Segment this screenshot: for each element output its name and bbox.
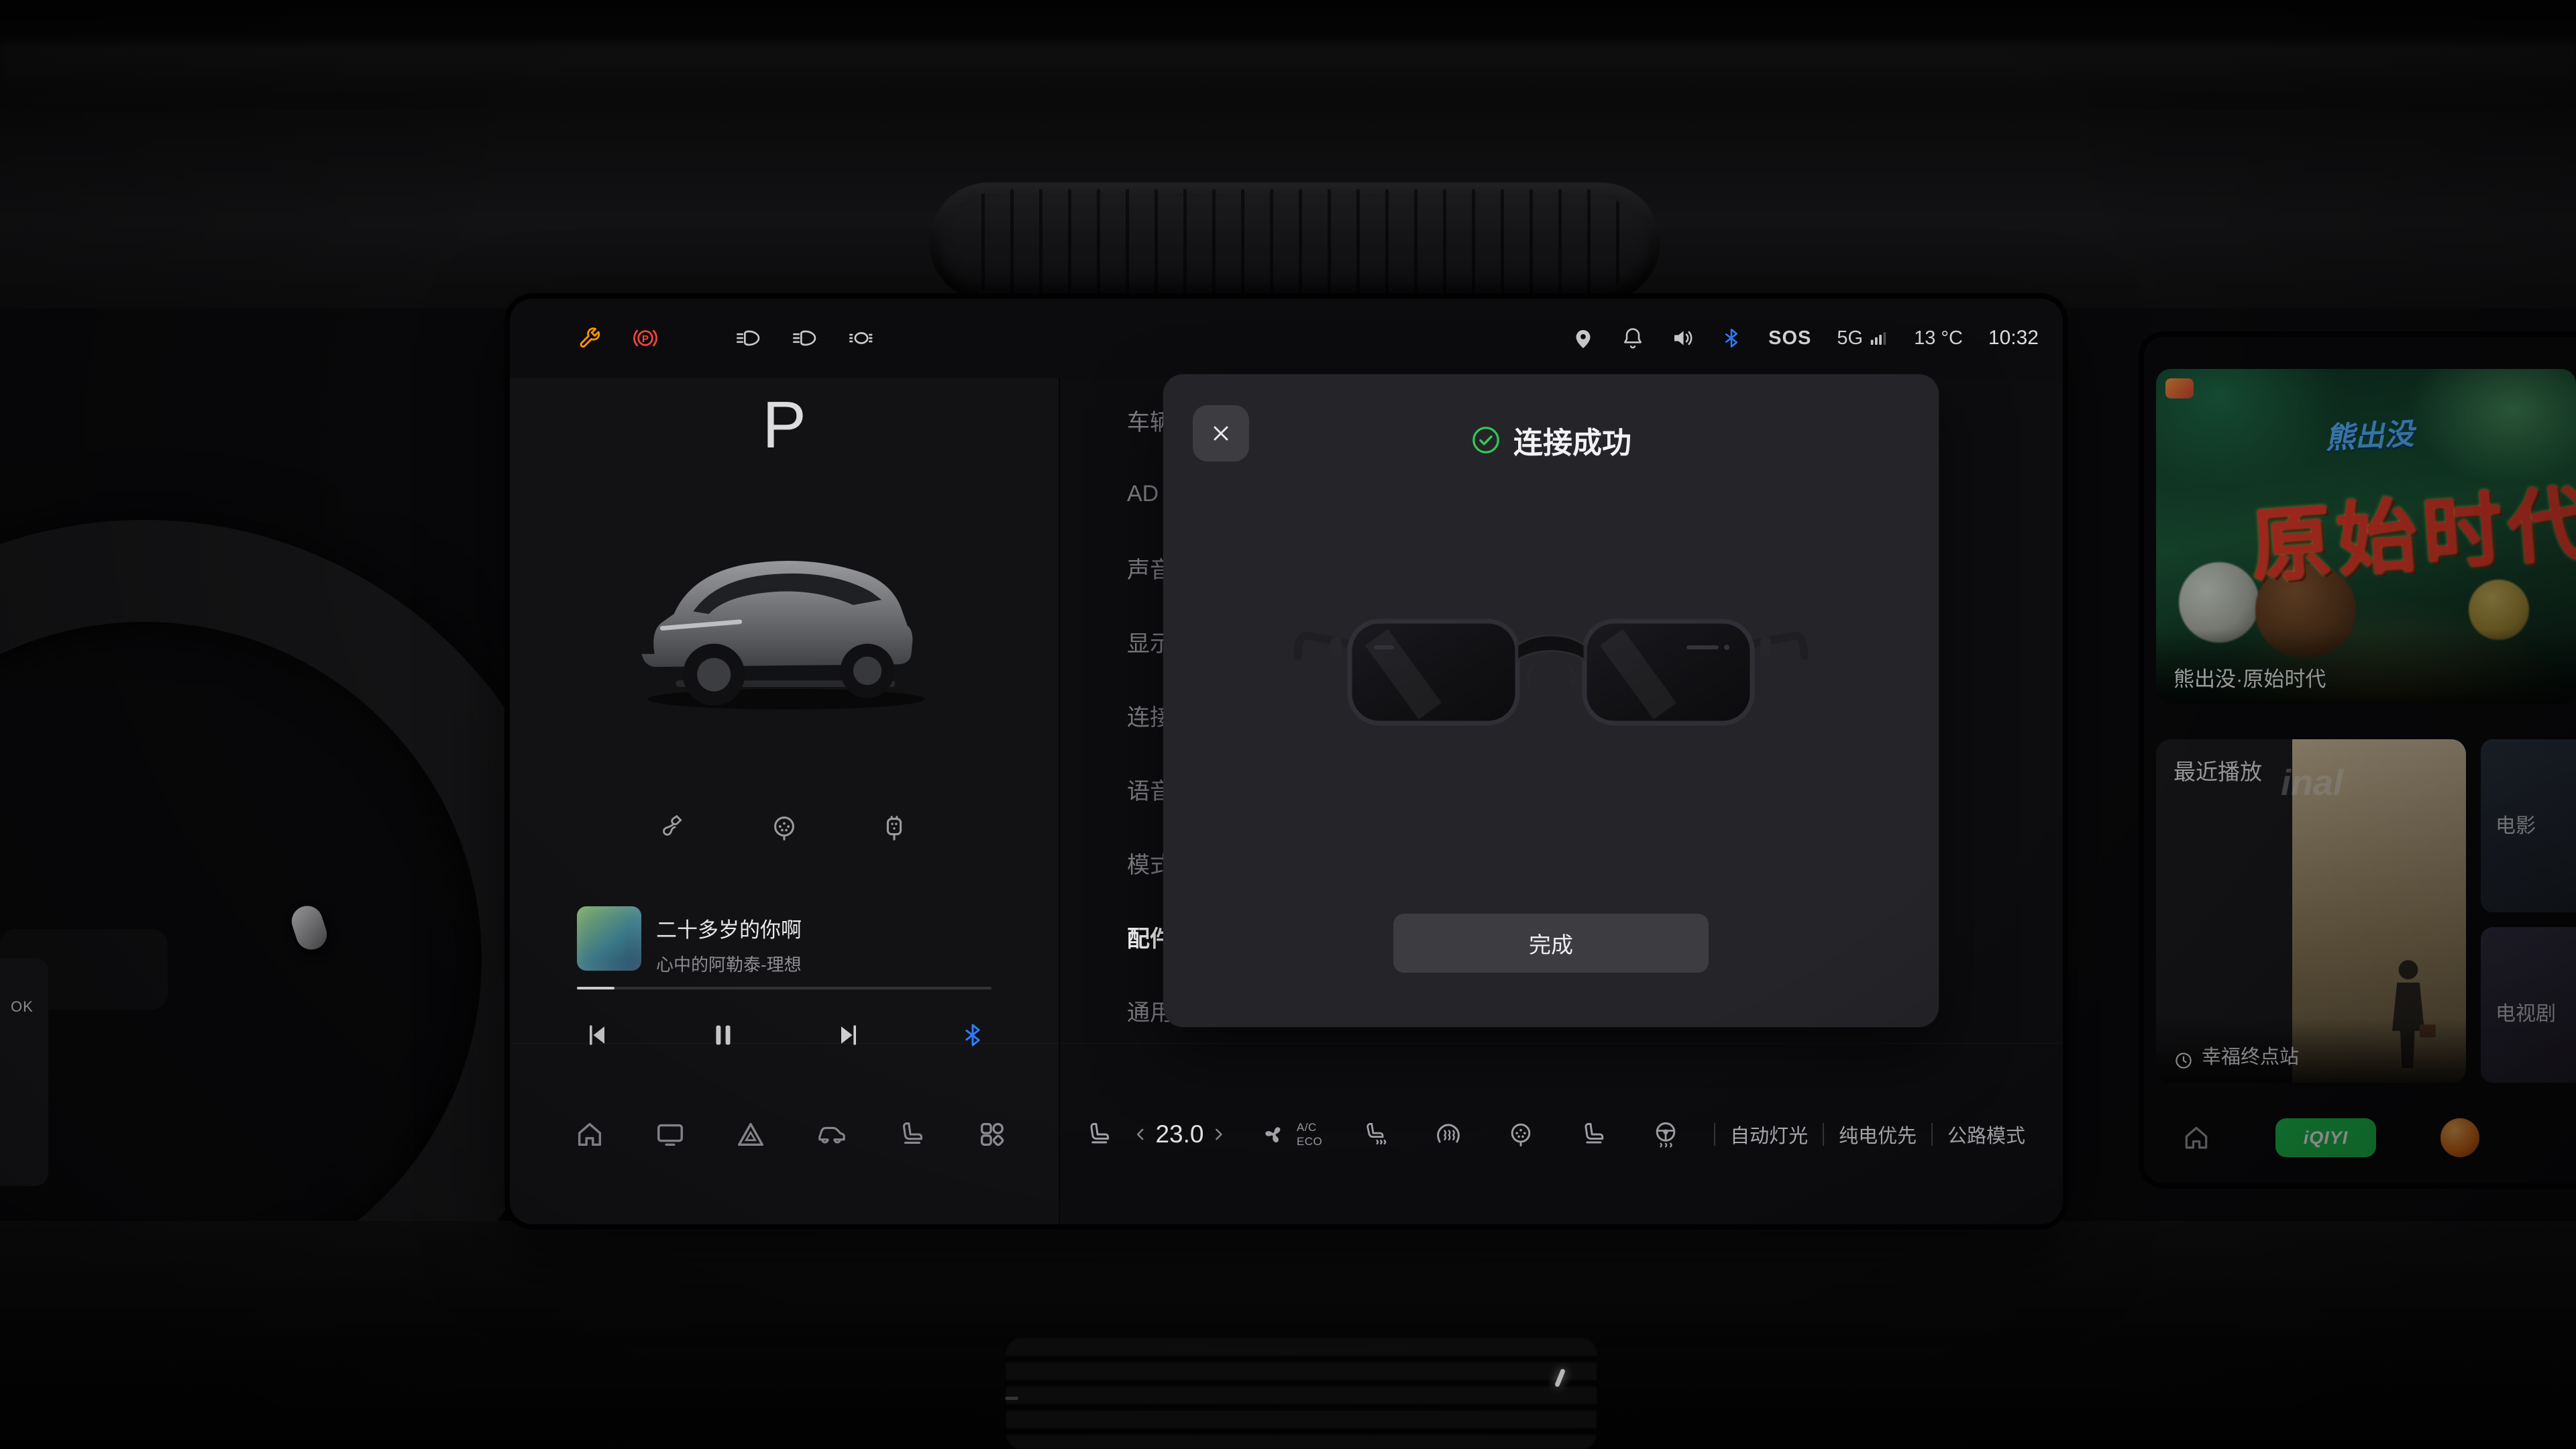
smart-glasses-image <box>1289 581 1813 786</box>
driver-seat-icon[interactable] <box>1084 1119 1114 1150</box>
status-indicators <box>577 325 875 352</box>
seat-ventilation-icon[interactable] <box>1361 1120 1391 1149</box>
media-subtitle: 心中的阿勒泰-理想 <box>656 951 802 976</box>
dialog-header: 连接成功 <box>1163 421 1939 459</box>
volume-icon[interactable] <box>1670 326 1695 350</box>
vehicle-image <box>617 502 953 724</box>
home-icon[interactable] <box>574 1119 605 1150</box>
passenger-app-dock: iQIYI <box>2144 1110 2576 1166</box>
temp-increase-chevron[interactable] <box>1209 1124 1228 1144</box>
recent-caption: 幸福终点站 <box>2156 1018 2466 1083</box>
notifications-bell-icon[interactable] <box>1621 326 1645 350</box>
status-right-group: SOS 5G 13 °C 10:32 <box>1571 326 2039 350</box>
location-icon <box>1571 326 1595 350</box>
divider <box>1823 1123 1824 1146</box>
climate-bar: 23.0 A/C ECO 自动灯光 纯电优先 公路模式 <box>1061 1043 2063 1224</box>
signal-bars-icon <box>1868 328 1888 348</box>
service-tools-indicator-icon <box>577 325 602 351</box>
ac-eco-label[interactable]: A/C ECO <box>1297 1120 1322 1148</box>
connection-success-dialog: 连接成功 <box>1163 374 1939 1027</box>
sos-button[interactable]: SOS <box>1768 327 1811 350</box>
console-air-vent <box>1006 1338 1597 1449</box>
clock: 10:32 <box>1988 327 2039 350</box>
all-apps-icon[interactable] <box>977 1119 1008 1150</box>
dialog-title: 连接成功 <box>1513 419 1631 462</box>
steering-ok-button: OK <box>11 998 34 1016</box>
poster-partial-text: inal <box>2281 762 2343 804</box>
fan-icon[interactable] <box>1259 1119 1289 1150</box>
ev-priority-mode-button[interactable]: 纯电优先 <box>1839 1120 1917 1148</box>
auto-light-indicator-icon <box>848 325 875 352</box>
media-title: 二十多岁的你啊 <box>656 913 802 943</box>
recently-played-card[interactable]: inal 最近播放 幸福终点站 <box>2156 739 2466 1083</box>
charge-cable-icon[interactable] <box>659 812 690 843</box>
hazard-triangle-icon[interactable] <box>735 1119 766 1150</box>
eco-label: ECO <box>1297 1134 1322 1148</box>
poster-badge <box>2165 378 2194 398</box>
defrost-icon[interactable] <box>1434 1120 1463 1149</box>
success-check-icon <box>1470 425 1501 455</box>
passenger-display: 熊出没 原始时代 熊出没·原始时代 inal 最近播放 幸福终点站 电影 <box>2144 337 2576 1183</box>
gear-indicator: P <box>510 387 1059 463</box>
poster-title-text: 原始时代 <box>2247 458 2576 598</box>
outside-temperature: 13 °C <box>1914 327 1963 350</box>
position-lamp-indicator-icon <box>735 325 762 352</box>
seat-settings-icon[interactable] <box>896 1119 927 1150</box>
iqiyi-app-icon[interactable]: iQIYI <box>2275 1118 2376 1157</box>
climate-quick-icons <box>1361 1120 1680 1149</box>
dashboard-air-vent <box>929 182 1660 302</box>
media-progress-fill <box>577 987 614 989</box>
seat-heat-icon[interactable] <box>1578 1120 1608 1149</box>
category-tile-tv[interactable]: 电视剧 <box>2481 927 2576 1083</box>
orange-app-icon[interactable] <box>2440 1118 2479 1157</box>
divider <box>1714 1123 1715 1146</box>
steering-wheel-controls: OK <box>0 958 48 1186</box>
parking-brake-indicator-icon <box>632 325 659 352</box>
divider <box>1931 1123 1933 1146</box>
center-display: SOS 5G 13 °C 10:32 P <box>510 299 2063 1224</box>
ac-label: A/C <box>1297 1120 1322 1134</box>
road-mode-button[interactable]: 公路模式 <box>1947 1120 2025 1148</box>
category-tile-movies[interactable]: 电影 <box>2481 739 2576 912</box>
temp-decrease-chevron[interactable] <box>1131 1124 1150 1144</box>
passenger-home-icon[interactable] <box>2182 1123 2211 1152</box>
driver-panel: P <box>510 378 1060 1224</box>
charge-port-quick-icon[interactable] <box>1506 1120 1536 1149</box>
app-dock <box>510 1043 1059 1224</box>
bluetooth-icon[interactable] <box>1720 327 1743 350</box>
poster-brand-text: 熊出没 <box>2324 410 2414 458</box>
low-beam-indicator-icon <box>792 325 818 352</box>
status-bar: SOS 5G 13 °C 10:32 <box>510 299 2063 378</box>
screen-cast-icon[interactable] <box>655 1119 686 1150</box>
category-tile-label: 电影 <box>2496 809 2536 839</box>
recently-played-label: 最近播放 <box>2174 754 2262 786</box>
album-art[interactable] <box>577 906 641 971</box>
steering-heat-icon[interactable] <box>1651 1120 1680 1149</box>
auto-light-mode-button[interactable]: 自动灯光 <box>1730 1120 1808 1148</box>
console-reflection-2 <box>1005 1397 1018 1400</box>
media-widget[interactable]: 二十多岁的你啊 心中的阿勒泰-理想 <box>577 906 991 973</box>
charge-gun-icon[interactable] <box>879 812 910 843</box>
recent-title: 幸福终点站 <box>2202 1041 2299 1069</box>
featured-video-card[interactable]: 熊出没 原始时代 熊出没·原始时代 <box>2156 369 2576 704</box>
category-tile-label: 电视剧 <box>2496 997 2556 1026</box>
done-button[interactable]: 完成 <box>1393 914 1709 973</box>
charge-port-icon[interactable] <box>769 812 800 843</box>
media-text: 二十多岁的你啊 心中的阿勒泰-理想 <box>656 906 802 973</box>
charge-port-controls <box>510 812 1059 843</box>
dashboard-edge-highlight <box>0 43 2576 97</box>
media-progress-bar[interactable] <box>577 987 991 989</box>
featured-caption: 熊出没·原始时代 <box>2156 629 2576 704</box>
network-type-label: 5G <box>1837 327 1863 350</box>
cabin-background: OK SOS 5G 13 <box>0 0 2576 1449</box>
clock-icon <box>2174 1051 2194 1071</box>
vehicle-settings-icon[interactable] <box>816 1119 847 1150</box>
network-status: 5G <box>1837 327 1888 350</box>
cabin-temp-value: 23.0 <box>1155 1120 1203 1148</box>
